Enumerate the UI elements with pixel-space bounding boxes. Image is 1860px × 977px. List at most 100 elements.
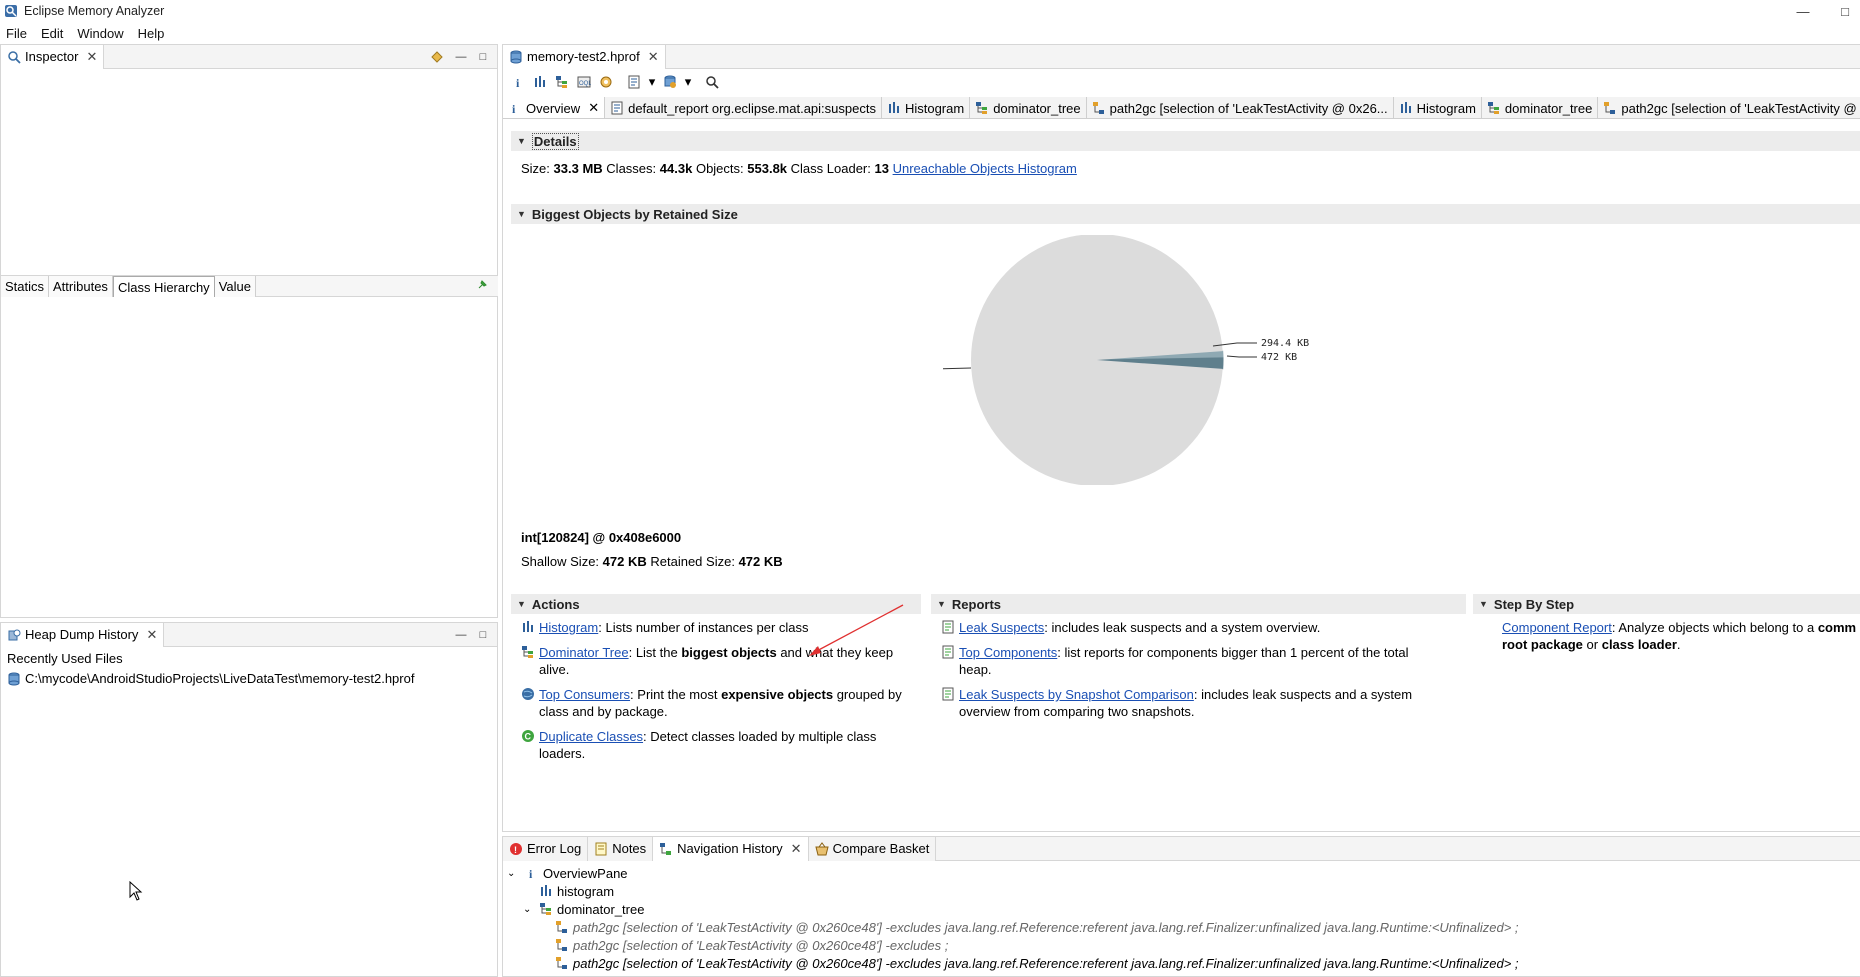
nav-item-label: histogram <box>557 883 615 899</box>
tab-dominator-tree[interactable]: dominator_tree <box>970 97 1087 118</box>
nav-item-overview[interactable]: ⌄ i OverviewPane <box>507 864 628 882</box>
objects-label: Objects: <box>695 161 744 176</box>
tab-notes[interactable]: Notes <box>588 836 654 861</box>
tab-memory-test2[interactable]: memory-test2.hprof ✕ <box>503 44 666 69</box>
close-icon[interactable]: ✕ <box>648 49 659 65</box>
info-icon: i <box>512 102 516 115</box>
histogram-icon[interactable] <box>531 73 549 91</box>
tab-label: Overview <box>526 100 581 116</box>
collapse-triangle-icon[interactable]: ▼ <box>937 599 946 609</box>
navigation-history-icon <box>660 842 672 855</box>
action-desc: : Lists number of instances per class <box>598 620 809 635</box>
svg-text:C: C <box>525 732 532 742</box>
retained-size-label: Retained Size: <box>650 554 735 569</box>
maximize-icon[interactable]: □ <box>475 627 491 643</box>
search-icon[interactable] <box>703 73 721 91</box>
expand-chevron-icon[interactable]: ⌄ <box>523 904 535 915</box>
step-component-report: Component Report: Analyze objects which … <box>1502 619 1860 653</box>
tab-histogram-2[interactable]: Histogram <box>1393 97 1482 118</box>
subtab-statics[interactable]: Statics <box>1 276 50 297</box>
subtab-value[interactable]: Value <box>214 276 256 297</box>
histogram-icon <box>541 885 551 896</box>
duplicate-classes-link[interactable]: Duplicate Classes <box>539 729 643 744</box>
step-by-step-section-header[interactable]: ▼ Step By Step <box>1473 594 1860 614</box>
thread-overview-icon[interactable] <box>597 73 615 91</box>
unreachable-objects-histogram-link[interactable]: Unreachable Objects Histogram <box>893 161 1077 176</box>
run-report-icon[interactable] <box>625 73 643 91</box>
minimize-icon[interactable]: — <box>453 49 469 65</box>
close-icon[interactable]: ✕ <box>791 841 802 857</box>
tab-path2gc-2[interactable]: path2gc [selection of 'LeakTestActivity … <box>1598 97 1860 118</box>
details-section-header[interactable]: ▼ Details <box>511 131 1860 151</box>
collapse-triangle-icon[interactable]: ▼ <box>517 136 526 146</box>
collapse-triangle-icon[interactable]: ▼ <box>517 209 526 219</box>
leak-suspects-comparison-link[interactable]: Leak Suspects by Snapshot Comparison <box>959 687 1194 702</box>
tab-path2gc[interactable]: path2gc [selection of 'LeakTestActivity … <box>1086 97 1394 118</box>
shallow-size-value: 472 KB <box>602 554 647 569</box>
histogram-link[interactable]: Histogram <box>539 620 598 635</box>
tab-dominator-tree-2[interactable]: dominator_tree <box>1481 97 1599 118</box>
subtab-attributes[interactable]: Attributes <box>49 276 113 297</box>
nav-item-path2gc[interactable]: path2gc [selection of 'LeakTestActivity … <box>555 936 948 954</box>
report-icon <box>611 101 623 115</box>
subtab-class-hierarchy[interactable]: Class Hierarchy <box>112 276 215 297</box>
link-with-selection-icon[interactable] <box>429 49 445 65</box>
size-label: Size: <box>521 161 550 176</box>
tab-overview[interactable]: i Overview ✕ <box>503 97 606 118</box>
pie-label-small-1: 294.4 KB <box>1261 338 1309 349</box>
menu-window[interactable]: Window <box>77 26 123 41</box>
info-icon[interactable]: i <box>509 73 527 91</box>
tab-navigation-history[interactable]: Navigation History ✕ <box>653 836 809 861</box>
classes-label: Classes: <box>606 161 657 176</box>
tab-histogram[interactable]: Histogram <box>881 97 971 118</box>
maximize-window-button[interactable]: □ <box>1830 0 1860 22</box>
step-desc: : Analyze objects which belong to a <box>1611 620 1818 635</box>
svg-text:i: i <box>512 102 516 115</box>
query-browser-icon[interactable] <box>661 73 679 91</box>
close-icon[interactable]: ✕ <box>588 100 599 116</box>
close-icon[interactable]: ✕ <box>86 49 97 65</box>
chevron-down-icon[interactable]: ▾ <box>683 73 693 91</box>
collapse-triangle-icon[interactable]: ▼ <box>517 599 526 609</box>
biggest-objects-pie-chart[interactable]: 32.5 MB294.4 KB472 KBTotal: 33.3 MB <box>943 235 1443 485</box>
tab-error-log[interactable]: ! Error Log <box>503 836 589 861</box>
biggest-objects-section-header[interactable]: ▼ Biggest Objects by Retained Size <box>511 204 1860 224</box>
heap-file-icon <box>8 672 20 685</box>
nav-item-label: dominator_tree <box>557 901 645 917</box>
menu-help[interactable]: Help <box>138 26 165 41</box>
expand-chevron-icon[interactable]: ⌄ <box>507 868 521 879</box>
tab-default-report[interactable]: default_report org.eclipse.mat.api:suspe… <box>605 97 882 118</box>
close-icon[interactable]: ✕ <box>146 627 157 643</box>
inspector-icon <box>8 50 21 64</box>
menu-file[interactable]: File <box>6 26 27 41</box>
reports-section-header[interactable]: ▼ Reports <box>931 594 1466 614</box>
maximize-icon[interactable]: □ <box>475 49 491 65</box>
navigation-history-panel: ! Error Log Notes Navigation History ✕ C… <box>502 836 1860 977</box>
nav-item-histogram[interactable]: histogram <box>539 882 614 900</box>
mouse-cursor-icon <box>129 881 143 901</box>
component-report-link[interactable]: Component Report <box>1502 620 1612 635</box>
info-icon: i <box>529 867 533 880</box>
chevron-down-icon[interactable]: ▾ <box>647 73 657 91</box>
nav-item-path2gc[interactable]: path2gc [selection of 'LeakTestActivity … <box>555 918 1519 936</box>
dominator-tree-link[interactable]: Dominator Tree <box>539 645 629 660</box>
duplicate-classes-icon: C <box>522 730 534 742</box>
recent-file-item[interactable]: C:\mycode\AndroidStudioProjects\LiveData… <box>7 671 414 686</box>
oql-icon[interactable]: OQL <box>575 73 593 91</box>
svg-text:OQL: OQL <box>579 81 591 87</box>
top-components-link[interactable]: Top Components <box>959 645 1057 660</box>
collapse-triangle-icon[interactable]: ▼ <box>1479 599 1488 609</box>
tab-heap-dump-history[interactable]: Heap Dump History ✕ <box>1 622 165 647</box>
retained-size-value: 472 KB <box>738 554 783 569</box>
pin-icon[interactable] <box>476 279 488 294</box>
top-consumers-link[interactable]: Top Consumers <box>539 687 630 702</box>
tab-compare-basket[interactable]: Compare Basket <box>808 836 937 861</box>
dominator-tree-icon[interactable] <box>553 73 571 91</box>
minimize-icon[interactable]: — <box>453 627 469 643</box>
tab-inspector[interactable]: Inspector ✕ <box>1 44 105 69</box>
nav-item-path2gc[interactable]: path2gc [selection of 'LeakTestActivity … <box>555 954 1519 972</box>
menu-edit[interactable]: Edit <box>41 26 63 41</box>
minimize-window-button[interactable]: — <box>1788 0 1818 22</box>
leak-suspects-link[interactable]: Leak Suspects <box>959 620 1044 635</box>
nav-item-dominator-tree[interactable]: ⌄ dominator_tree <box>523 900 644 918</box>
